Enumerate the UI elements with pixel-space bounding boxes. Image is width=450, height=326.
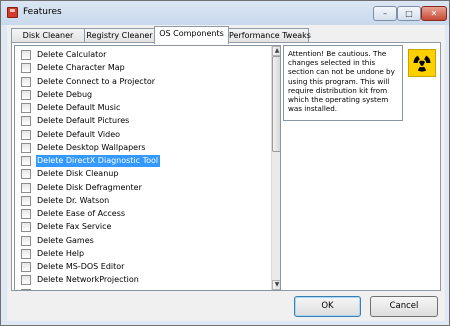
item-checkbox[interactable] — [21, 209, 31, 219]
radiation-hazard-icon — [408, 49, 436, 77]
item-label: Delete Default Pictures — [37, 116, 130, 126]
item-checkbox[interactable] — [21, 169, 31, 180]
item-label: Delete NetworkProjection — [37, 275, 139, 285]
list-item[interactable]: Delete Notepad — [15, 287, 271, 291]
tab-os-components[interactable]: OS Components — [154, 26, 229, 44]
tab-panel: Delete Calculator Delete Character Map Del… — [11, 42, 441, 291]
item-label: Delete Character Map — [37, 63, 125, 73]
item-label: Delete Disk Defragmenter — [37, 182, 142, 192]
item-label: Delete Dr. Watson — [37, 195, 110, 205]
item-checkbox[interactable] — [21, 248, 31, 259]
list-item[interactable]: Delete Default Music — [15, 101, 271, 114]
item-label: Delete Calculator — [37, 50, 107, 59]
list-item[interactable]: Delete Dr. Watson — [15, 194, 271, 207]
components-list[interactable]: Delete Calculator Delete Character Map Del… — [14, 45, 281, 291]
item-label: Delete Games — [37, 235, 94, 245]
list-item[interactable]: Delete NetworkProjection — [15, 273, 271, 286]
list-item[interactable]: Delete Character Map — [15, 61, 271, 74]
item-label: Delete Debug — [37, 89, 93, 99]
list-item[interactable]: Delete MS-DOS Editor — [15, 260, 271, 273]
tab-registry-cleaner[interactable]: Registry Cleaner — [84, 28, 155, 43]
item-label: Delete Disk Cleanup — [37, 169, 119, 179]
tab-performance-tweaks[interactable]: Performance Tweaks — [228, 28, 311, 43]
item-checkbox[interactable] — [21, 156, 31, 166]
maximize-button[interactable]: □ — [397, 6, 421, 21]
item-checkbox[interactable] — [21, 116, 31, 127]
item-label: Delete Connect to a Projector — [37, 76, 156, 86]
list-item[interactable]: Delete Default Pictures — [15, 114, 271, 127]
item-checkbox[interactable] — [21, 182, 31, 193]
item-checkbox[interactable] — [21, 195, 31, 206]
list-item[interactable]: Delete DirectX Diagnostic Tool — [15, 154, 271, 167]
close-button[interactable]: ✕ — [421, 6, 447, 21]
scroll-up-button[interactable]: ▲ — [272, 46, 280, 56]
features-window: Features – □ ✕ Disk Cleaner Registry Cle… — [0, 0, 450, 326]
list-item[interactable]: Delete Ease of Access — [15, 207, 271, 220]
item-label: Delete Desktop Wallpapers — [37, 142, 146, 152]
item-checkbox[interactable] — [21, 275, 31, 286]
item-checkbox[interactable] — [21, 76, 31, 87]
item-checkbox[interactable] — [21, 129, 31, 140]
list-item[interactable]: Delete Fax Service — [15, 220, 271, 233]
warning-box: Attention! Be cautious. The changes sele… — [283, 45, 403, 121]
list-item[interactable]: Delete Disk Cleanup — [15, 167, 271, 180]
item-checkbox[interactable] — [21, 288, 31, 290]
cancel-button[interactable]: Cancel — [370, 296, 438, 317]
warning-text: Attention! Be cautious. The changes sele… — [288, 49, 395, 114]
window-title: Features — [23, 7, 62, 17]
scroll-thumb[interactable] — [272, 56, 280, 152]
item-checkbox[interactable] — [21, 89, 31, 100]
scroll-down-button[interactable]: ▼ — [272, 280, 280, 290]
item-label: Delete DirectX Diagnostic Tool — [36, 155, 161, 167]
item-checkbox[interactable] — [21, 235, 31, 246]
list-item[interactable]: Delete Calculator — [15, 48, 271, 61]
list-item[interactable]: Delete Connect to a Projector — [15, 75, 271, 88]
list-item[interactable]: Delete Help — [15, 247, 271, 260]
item-label: Delete Default Video — [37, 129, 121, 139]
list-item[interactable]: Delete Desktop Wallpapers — [15, 141, 271, 154]
ok-button[interactable]: OK — [294, 296, 361, 317]
item-label: Delete MS-DOS Editor — [37, 262, 125, 271]
list-scrollbar[interactable]: ▲ ▼ — [271, 46, 280, 290]
item-checkbox[interactable] — [21, 50, 31, 60]
item-checkbox[interactable] — [21, 63, 31, 74]
app-icon — [7, 7, 18, 18]
item-checkbox[interactable] — [21, 142, 31, 153]
list-item[interactable]: Delete Debug — [15, 88, 271, 101]
list-item[interactable]: Delete Default Video — [15, 128, 271, 141]
title-bar[interactable]: Features – □ ✕ — [1, 1, 449, 25]
item-checkbox[interactable] — [21, 103, 31, 113]
minimize-button[interactable]: – — [373, 6, 397, 21]
dialog-client: Disk Cleaner Registry Cleaner OS Compone… — [7, 25, 445, 321]
item-checkbox[interactable] — [21, 222, 31, 233]
list-item[interactable]: Delete Disk Defragmenter — [15, 181, 271, 194]
item-label: Delete Notepad — [36, 288, 102, 291]
tab-disk-cleaner[interactable]: Disk Cleaner — [11, 28, 85, 43]
item-label: Delete Help — [37, 248, 85, 258]
list-item[interactable]: Delete Games — [15, 234, 271, 247]
item-checkbox[interactable] — [21, 262, 31, 272]
item-label: Delete Default Music — [37, 103, 121, 112]
item-label: Delete Fax Service — [37, 222, 112, 232]
item-label: Delete Ease of Access — [37, 209, 126, 218]
